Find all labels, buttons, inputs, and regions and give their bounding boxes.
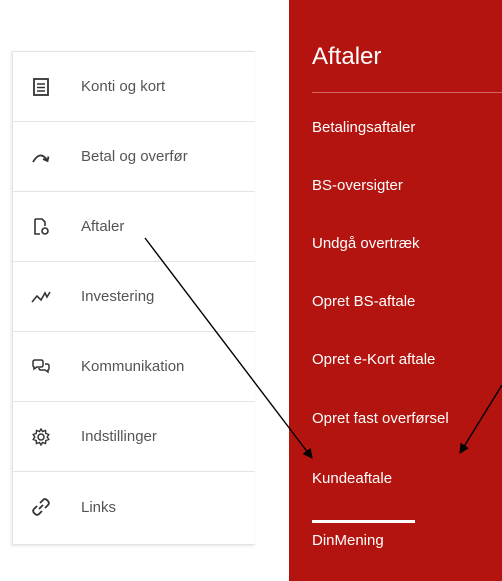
sidebar-item-konti-og-kort[interactable]: Konti og kort bbox=[13, 52, 255, 122]
curved-arrow-icon bbox=[31, 147, 51, 167]
submenu-item-opret-bs-aftale[interactable]: Opret BS-aftale bbox=[312, 293, 415, 310]
sidebar-item-indstillinger[interactable]: Indstillinger bbox=[13, 402, 255, 472]
submenu-item-betalingsaftaler[interactable]: Betalingsaftaler bbox=[312, 119, 415, 136]
sidebar-item-label: Links bbox=[81, 498, 117, 516]
sidebar-item-label: Betal og overfør bbox=[81, 148, 188, 165]
trend-line-icon bbox=[31, 287, 51, 307]
submenu-divider bbox=[312, 92, 502, 93]
sidebar-item-label: Kommunikation bbox=[81, 358, 185, 375]
sidebar-item-kommunikation[interactable]: Kommunikation bbox=[13, 332, 255, 402]
aftaler-submenu-panel: Aftaler Betalingsaftaler BS-oversigter U… bbox=[289, 0, 502, 581]
submenu-item-dinmening[interactable]: DinMening bbox=[312, 532, 384, 549]
sidebar-item-links[interactable]: Links bbox=[13, 472, 255, 542]
sidebar-item-label: Indstillinger bbox=[81, 428, 157, 445]
link-icon bbox=[31, 497, 51, 517]
sidebar-item-label: Konti og kort bbox=[81, 78, 166, 95]
sidebar-item-investering[interactable]: Investering bbox=[13, 262, 255, 332]
main-sidebar: Konti og kort Betal og overfør Aftaler I… bbox=[12, 51, 255, 545]
sidebar-item-betal-og-overfoer[interactable]: Betal og overfør bbox=[13, 122, 255, 192]
sidebar-item-label: Investering bbox=[81, 288, 155, 305]
submenu-title: Aftaler bbox=[312, 43, 382, 70]
chat-bubbles-icon bbox=[31, 357, 51, 377]
gear-icon bbox=[31, 427, 51, 447]
submenu-item-opret-ekort-aftale[interactable]: Opret e-Kort aftale bbox=[312, 351, 435, 368]
sidebar-item-label: Aftaler bbox=[81, 218, 125, 235]
document-gear-icon bbox=[31, 217, 51, 237]
account-list-icon bbox=[31, 77, 51, 97]
sidebar-item-aftaler[interactable]: Aftaler bbox=[13, 192, 255, 262]
submenu-item-opret-fast-overfoersel[interactable]: Opret fast overførsel bbox=[312, 410, 449, 427]
submenu-item-bs-oversigter[interactable]: BS-oversigter bbox=[312, 177, 403, 194]
submenu-item-undgaa-overtraek[interactable]: Undgå overtræk bbox=[312, 235, 420, 252]
submenu-item-kundeaftale[interactable]: Kundeaftale bbox=[312, 470, 392, 487]
active-item-underline bbox=[312, 520, 415, 523]
